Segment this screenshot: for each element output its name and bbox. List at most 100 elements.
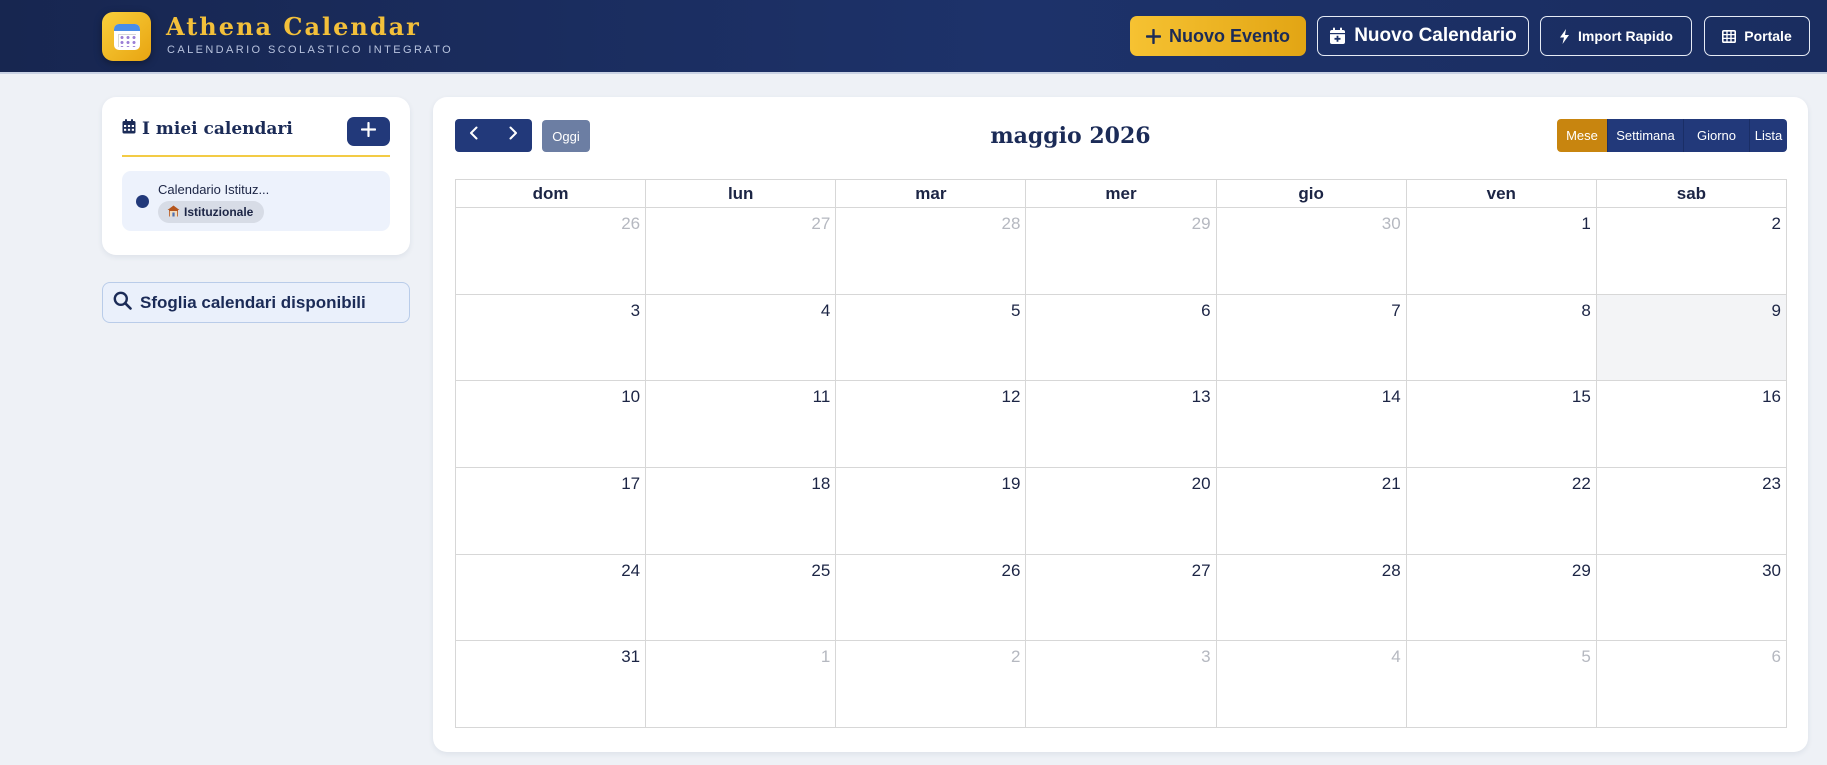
day-cell[interactable]: 29 bbox=[1026, 208, 1217, 295]
day-cell[interactable]: 22 bbox=[1406, 468, 1597, 555]
view-list-button[interactable]: Lista bbox=[1749, 119, 1787, 152]
day-cell[interactable]: 26 bbox=[836, 554, 1027, 642]
day-number[interactable]: 26 bbox=[621, 214, 640, 234]
day-number[interactable]: 18 bbox=[811, 474, 830, 494]
day-cell[interactable]: 28 bbox=[1216, 554, 1407, 642]
day-cell[interactable]: 19 bbox=[836, 468, 1027, 555]
new-calendar-button[interactable]: Nuovo Calendario bbox=[1317, 16, 1529, 56]
calendar-list-item[interactable]: Calendario Istituz... Istituzionale bbox=[122, 171, 390, 231]
prev-month-button[interactable] bbox=[455, 119, 494, 152]
day-number[interactable]: 9 bbox=[1772, 301, 1781, 321]
new-event-button[interactable]: Nuovo Evento bbox=[1130, 16, 1306, 56]
quick-import-button[interactable]: Import Rapido bbox=[1540, 16, 1692, 56]
day-cell[interactable]: 26 bbox=[456, 208, 647, 295]
day-number[interactable]: 20 bbox=[1192, 474, 1211, 494]
day-number[interactable]: 13 bbox=[1192, 387, 1211, 407]
day-cell[interactable]: 27 bbox=[646, 208, 837, 295]
day-number[interactable]: 31 bbox=[621, 647, 640, 667]
day-cell[interactable]: 21 bbox=[1216, 468, 1407, 555]
day-number[interactable]: 22 bbox=[1572, 474, 1591, 494]
day-cell[interactable]: 8 bbox=[1406, 294, 1597, 382]
day-number[interactable]: 2 bbox=[1011, 647, 1020, 667]
day-number[interactable]: 1 bbox=[821, 647, 830, 667]
day-cell[interactable]: 6 bbox=[1596, 641, 1787, 729]
day-number[interactable]: 8 bbox=[1581, 301, 1590, 321]
day-number[interactable]: 29 bbox=[1192, 214, 1211, 234]
today-button[interactable]: Oggi bbox=[542, 120, 590, 152]
day-cell[interactable]: 1 bbox=[646, 641, 837, 729]
day-cell[interactable]: 13 bbox=[1026, 381, 1217, 469]
browse-calendars-button[interactable]: Sfoglia calendari disponibili bbox=[102, 282, 410, 323]
day-number[interactable]: 14 bbox=[1382, 387, 1401, 407]
day-number[interactable]: 1 bbox=[1581, 214, 1590, 234]
day-cell[interactable]: 4 bbox=[646, 294, 837, 382]
day-number[interactable]: 3 bbox=[1201, 647, 1210, 667]
day-cell[interactable]: 20 bbox=[1026, 468, 1217, 555]
day-cell[interactable]: 16 bbox=[1596, 381, 1787, 469]
portal-button[interactable]: Portale bbox=[1704, 16, 1810, 56]
day-number[interactable]: 27 bbox=[1192, 561, 1211, 581]
day-number[interactable]: 2 bbox=[1772, 214, 1781, 234]
day-cell[interactable]: 25 bbox=[646, 554, 837, 642]
day-number[interactable]: 25 bbox=[811, 561, 830, 581]
day-number[interactable]: 30 bbox=[1382, 214, 1401, 234]
day-number[interactable]: 19 bbox=[1002, 474, 1021, 494]
day-number[interactable]: 3 bbox=[631, 301, 640, 321]
day-number[interactable]: 5 bbox=[1581, 647, 1590, 667]
next-month-button[interactable] bbox=[494, 119, 533, 152]
day-cell[interactable]: 4 bbox=[1216, 641, 1407, 729]
day-cell[interactable]: 10 bbox=[456, 381, 647, 469]
day-cell[interactable]: 29 bbox=[1406, 554, 1597, 642]
day-cell[interactable]: 14 bbox=[1216, 381, 1407, 469]
day-cell[interactable]: 11 bbox=[646, 381, 837, 469]
day-cell[interactable]: 5 bbox=[836, 294, 1027, 382]
day-number[interactable]: 29 bbox=[1572, 561, 1591, 581]
day-number[interactable]: 4 bbox=[1391, 647, 1400, 667]
day-cell[interactable]: 24 bbox=[456, 554, 647, 642]
day-number[interactable]: 4 bbox=[821, 301, 830, 321]
day-cell[interactable]: 3 bbox=[1026, 641, 1217, 729]
add-calendar-button[interactable] bbox=[347, 117, 390, 146]
day-number[interactable]: 6 bbox=[1201, 301, 1210, 321]
day-number[interactable]: 16 bbox=[1762, 387, 1781, 407]
day-number[interactable]: 27 bbox=[811, 214, 830, 234]
day-number[interactable]: 12 bbox=[1002, 387, 1021, 407]
day-cell[interactable]: 30 bbox=[1596, 554, 1787, 642]
day-number[interactable]: 6 bbox=[1772, 647, 1781, 667]
day-cell[interactable]: 30 bbox=[1216, 208, 1407, 295]
day-cell[interactable]: 17 bbox=[456, 468, 647, 555]
day-number[interactable]: 26 bbox=[1002, 561, 1021, 581]
view-month-button[interactable]: Mese bbox=[1557, 119, 1607, 152]
day-number[interactable]: 28 bbox=[1002, 214, 1021, 234]
day-cell[interactable]: 6 bbox=[1026, 294, 1217, 382]
app-logo[interactable] bbox=[102, 12, 151, 61]
day-number[interactable]: 10 bbox=[621, 387, 640, 407]
day-cell[interactable]: 15 bbox=[1406, 381, 1597, 469]
day-cell[interactable]: 27 bbox=[1026, 554, 1217, 642]
view-day-button[interactable]: Giorno bbox=[1683, 119, 1749, 152]
day-cell[interactable]: 5 bbox=[1406, 641, 1597, 729]
view-switcher: Mese Settimana Giorno Lista bbox=[1557, 119, 1787, 152]
day-cell[interactable]: 18 bbox=[646, 468, 837, 555]
day-number[interactable]: 17 bbox=[621, 474, 640, 494]
day-cell-today[interactable]: 9 bbox=[1596, 294, 1787, 382]
view-week-button[interactable]: Settimana bbox=[1607, 119, 1683, 152]
day-number[interactable]: 5 bbox=[1011, 301, 1020, 321]
day-number[interactable]: 28 bbox=[1382, 561, 1401, 581]
day-cell[interactable]: 2 bbox=[836, 641, 1027, 729]
day-number[interactable]: 23 bbox=[1762, 474, 1781, 494]
day-cell[interactable]: 31 bbox=[456, 641, 647, 729]
day-number[interactable]: 11 bbox=[813, 387, 831, 407]
day-number[interactable]: 15 bbox=[1572, 387, 1591, 407]
day-number[interactable]: 21 bbox=[1382, 474, 1401, 494]
day-cell[interactable]: 28 bbox=[836, 208, 1027, 295]
day-cell[interactable]: 23 bbox=[1596, 468, 1787, 555]
day-number[interactable]: 24 bbox=[621, 561, 640, 581]
day-number[interactable]: 30 bbox=[1762, 561, 1781, 581]
day-number[interactable]: 7 bbox=[1391, 301, 1400, 321]
day-cell[interactable]: 2 bbox=[1596, 208, 1787, 295]
day-cell[interactable]: 12 bbox=[836, 381, 1027, 469]
day-cell[interactable]: 7 bbox=[1216, 294, 1407, 382]
day-cell[interactable]: 3 bbox=[456, 294, 647, 382]
day-cell[interactable]: 1 bbox=[1406, 208, 1597, 295]
